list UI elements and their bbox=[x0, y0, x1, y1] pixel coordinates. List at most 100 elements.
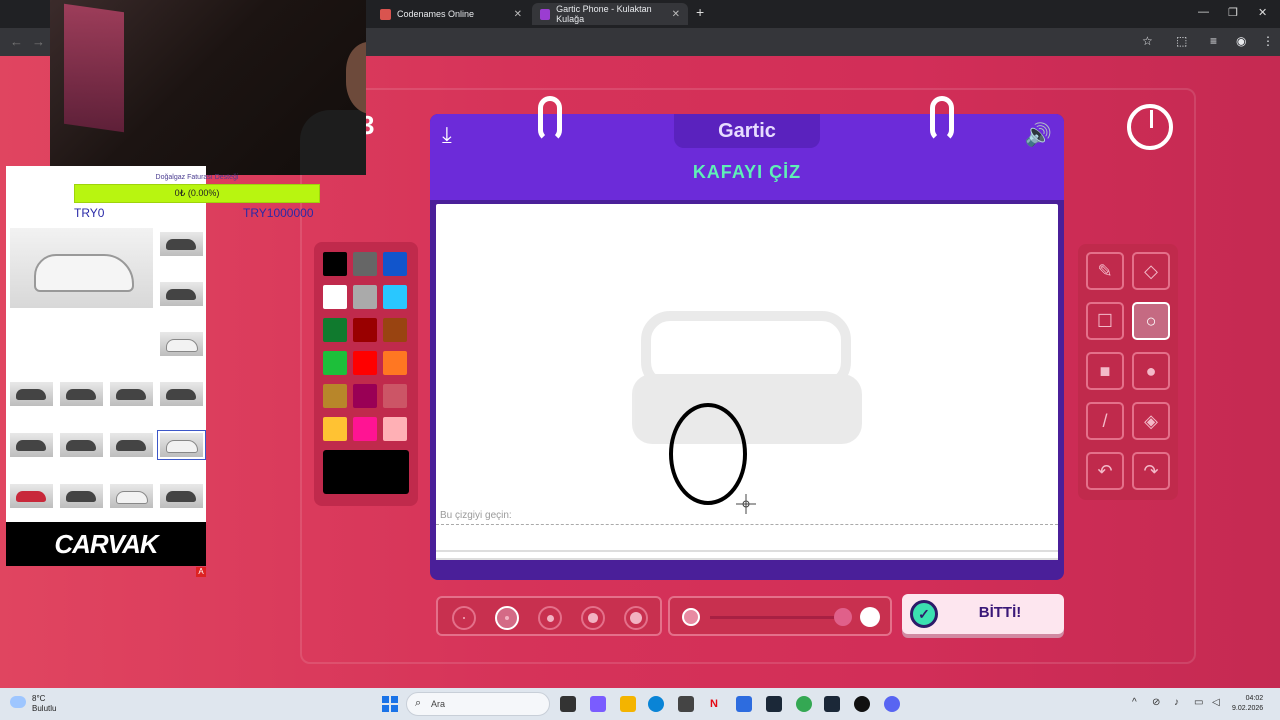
car-thumbnail bbox=[160, 484, 203, 508]
tab-codenames-title: Codenames Online bbox=[397, 9, 475, 19]
undo-icon[interactable]: ↶ bbox=[1086, 452, 1124, 490]
drawing-canvas[interactable]: Bu çizgiyi geçin: bbox=[436, 204, 1058, 560]
chrome-icon[interactable] bbox=[796, 696, 812, 712]
brush-size-option[interactable] bbox=[495, 606, 519, 630]
copilot-icon[interactable] bbox=[590, 696, 606, 712]
done-button[interactable]: ✓ BİTTİ! bbox=[902, 594, 1064, 634]
taskbar-search[interactable]: ⌕ Ara bbox=[406, 692, 550, 716]
ellipse-outline-icon[interactable]: ○ bbox=[1132, 302, 1170, 340]
netflix-icon[interactable]: N bbox=[706, 696, 722, 712]
minimize-button[interactable]: — bbox=[1198, 6, 1209, 18]
color-swatch[interactable] bbox=[323, 417, 347, 441]
color-swatch[interactable] bbox=[323, 318, 347, 342]
profile-icon[interactable]: ◉ bbox=[1236, 34, 1246, 48]
download-icon[interactable]: ⤓ bbox=[442, 122, 452, 148]
maximize-button[interactable]: ❐ bbox=[1228, 6, 1238, 19]
color-swatch[interactable] bbox=[383, 285, 407, 309]
goal-min: TRY0 bbox=[74, 206, 105, 220]
media-app-icon[interactable] bbox=[854, 696, 870, 712]
back-icon[interactable]: ← bbox=[10, 34, 23, 49]
color-swatch[interactable] bbox=[323, 252, 347, 276]
steam-icon-2[interactable] bbox=[824, 696, 840, 712]
color-swatch[interactable] bbox=[353, 384, 377, 408]
pencil-icon[interactable]: ✎ bbox=[1086, 252, 1124, 290]
ellipse-fill-icon[interactable]: ● bbox=[1132, 352, 1170, 390]
color-swatch[interactable] bbox=[353, 252, 377, 276]
color-swatch[interactable] bbox=[323, 351, 347, 375]
brush-size-option[interactable] bbox=[538, 606, 562, 630]
car-thumbnail bbox=[160, 332, 203, 356]
gartic-logo: Gartic bbox=[674, 114, 820, 148]
opacity-handle[interactable] bbox=[834, 608, 852, 626]
rectangle-outline-icon[interactable]: ☐ bbox=[1086, 302, 1124, 340]
forward-icon[interactable]: → bbox=[32, 34, 45, 49]
brand-logo: CARVAK bbox=[6, 522, 206, 566]
start-icon[interactable] bbox=[382, 696, 398, 712]
brush-size-option[interactable] bbox=[452, 606, 476, 630]
volume-icon[interactable]: 🔊 bbox=[1025, 122, 1052, 148]
color-swatch[interactable] bbox=[383, 384, 407, 408]
color-swatch[interactable] bbox=[383, 417, 407, 441]
color-swatch[interactable] bbox=[353, 351, 377, 375]
rectangle-fill-icon[interactable]: ■ bbox=[1086, 352, 1124, 390]
opacity-low-icon bbox=[682, 608, 700, 626]
close-tab-icon[interactable]: ✕ bbox=[672, 9, 680, 20]
task-view-icon[interactable] bbox=[560, 696, 576, 712]
streamer-head bbox=[346, 42, 366, 114]
steam-icon[interactable] bbox=[766, 696, 782, 712]
opacity-high-icon bbox=[860, 607, 880, 627]
clock[interactable]: 04:02 9.02.2026 bbox=[1232, 694, 1263, 714]
binder-ring bbox=[930, 96, 954, 142]
window-close-button[interactable]: ✕ bbox=[1258, 6, 1267, 19]
line-icon[interactable]: / bbox=[1086, 402, 1124, 440]
eraser-icon[interactable]: ◇ bbox=[1132, 252, 1170, 290]
network-icon[interactable]: ⊘ bbox=[1152, 697, 1160, 708]
fill-bucket-icon[interactable]: ◈ bbox=[1132, 402, 1170, 440]
store-icon[interactable] bbox=[678, 696, 694, 712]
color-palette bbox=[314, 242, 418, 506]
color-swatch[interactable] bbox=[383, 351, 407, 375]
edge-icon[interactable] bbox=[648, 696, 664, 712]
mic-icon[interactable]: ♪ bbox=[1174, 697, 1179, 708]
goal-progress-text: 0₺ (0.00%) bbox=[174, 188, 220, 198]
color-swatch[interactable] bbox=[383, 318, 407, 342]
bookmark-star-icon[interactable]: ☆ bbox=[1142, 34, 1153, 48]
tab-gartic[interactable]: Gartic Phone - Kulaktan Kulağa ✕ bbox=[532, 3, 688, 25]
car-thumbnail bbox=[157, 430, 206, 460]
clock-date: 9.02.2026 bbox=[1232, 705, 1264, 712]
color-swatch[interactable] bbox=[323, 285, 347, 309]
reading-list-icon[interactable]: ≡ bbox=[1210, 34, 1217, 48]
brush-size-option[interactable] bbox=[624, 606, 648, 630]
done-label: BİTTİ! bbox=[978, 604, 1022, 621]
opacity-slider[interactable] bbox=[668, 596, 892, 636]
check-icon: ✓ bbox=[910, 600, 938, 628]
search-icon: ⌕ bbox=[415, 697, 422, 709]
car-thumbnail bbox=[110, 433, 153, 457]
weather-widget[interactable]: 8°C Bulutlu bbox=[32, 694, 56, 714]
prompt-title: KAFAYI ÇİZ bbox=[692, 162, 802, 182]
codenames-favicon bbox=[380, 8, 391, 20]
redo-icon[interactable]: ↷ bbox=[1132, 452, 1170, 490]
color-swatch[interactable] bbox=[353, 318, 377, 342]
extensions-icon[interactable]: ⬚ bbox=[1176, 34, 1187, 48]
windows-taskbar: 8°C Bulutlu ⌕ Ara N ^ ⊘ ♪ ▭ ◁ 04:02 9.02… bbox=[0, 688, 1280, 720]
new-tab-button[interactable]: + bbox=[696, 4, 704, 20]
close-tab-icon[interactable]: ✕ bbox=[514, 9, 522, 20]
app-icon[interactable] bbox=[736, 696, 752, 712]
color-swatch[interactable] bbox=[323, 384, 347, 408]
discord-icon[interactable] bbox=[884, 696, 900, 712]
file-explorer-icon[interactable] bbox=[620, 696, 636, 712]
tab-codenames[interactable]: Codenames Online ✕ bbox=[372, 3, 530, 25]
boundary-hint: Bu çizgiyi geçin: bbox=[440, 510, 512, 521]
color-swatch[interactable] bbox=[353, 417, 377, 441]
speaker-icon[interactable]: ◁ bbox=[1212, 697, 1220, 708]
goal-label: Doğalgaz Faturası Desteği bbox=[155, 174, 239, 181]
brush-size-option[interactable] bbox=[581, 606, 605, 630]
drawing-board: Gartic ⤓ 🔊 KAFAYI ÇİZ Bu çizgiyi geçin: bbox=[430, 96, 1064, 580]
menu-icon[interactable]: ⋮ bbox=[1262, 34, 1274, 48]
timer-icon bbox=[1127, 104, 1173, 150]
color-swatch[interactable] bbox=[353, 285, 377, 309]
tray-chevron-icon[interactable]: ^ bbox=[1132, 697, 1137, 708]
color-swatch[interactable] bbox=[383, 252, 407, 276]
display-icon[interactable]: ▭ bbox=[1194, 697, 1203, 708]
